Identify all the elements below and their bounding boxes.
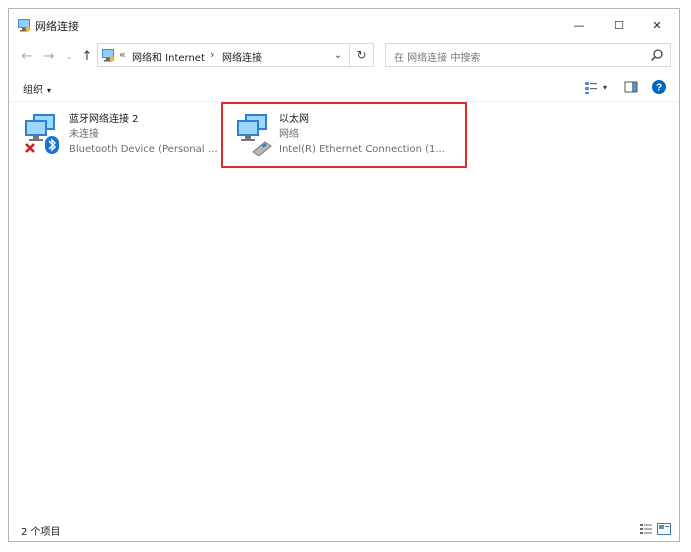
large-icons-view-icon[interactable] — [657, 523, 671, 535]
item-text: 以太网 网络 Intel(R) Ethernet Connection (1..… — [279, 112, 463, 157]
help-button[interactable]: ? — [651, 79, 667, 95]
maximize-button[interactable]: ☐ — [599, 13, 639, 37]
chevron-down-icon: ▾ — [47, 86, 52, 95]
recent-locations-button[interactable]: ⌄ — [61, 48, 77, 64]
connection-name: 以太网 — [279, 114, 309, 125]
address-bar[interactable]: « 网络和 Internet › 网络连接 ⌄ — [97, 43, 350, 67]
connection-name: 蓝牙网络连接 2 — [69, 114, 139, 125]
forward-arrow-icon: → — [43, 48, 55, 64]
minimize-icon: — — [573, 18, 585, 32]
status-bar: 2 个项目 — [9, 519, 679, 541]
chevron-down-icon: ⌄ — [333, 49, 343, 61]
list-item-ethernet[interactable]: 以太网 网络 Intel(R) Ethernet Connection (1..… — [221, 102, 467, 168]
breadcrumb-network-internet[interactable]: 网络和 Internet — [132, 49, 205, 64]
details-view-icon[interactable] — [639, 523, 653, 535]
ethernet-network-icon — [237, 114, 272, 156]
title-bar: 网络连接 — ☐ ✕ — [9, 9, 679, 39]
explorer-window: 网络连接 — ☐ ✕ ← → ⌄ ↑ « 网络和 Internet › 网络连接… — [8, 8, 680, 542]
network-connections-icon — [102, 49, 115, 62]
up-button[interactable]: ↑ — [79, 48, 95, 64]
chevron-down-icon: ⌄ — [65, 51, 73, 61]
connection-device: Intel(R) Ethernet Connection (1... — [279, 144, 445, 155]
connections-list: 蓝牙网络连接 2 未连接 Bluetooth Device (Personal … — [9, 102, 679, 519]
search-icon[interactable] — [650, 48, 664, 62]
preview-pane-icon[interactable] — [623, 79, 639, 95]
address-dropdown-button[interactable]: ⌄ — [329, 44, 347, 66]
back-button[interactable]: ← — [19, 48, 35, 64]
view-options-button[interactable]: ▾ — [597, 79, 613, 95]
connection-device: Bluetooth Device (Personal Ar... — [69, 144, 221, 155]
search-placeholder: 在 网络连接 中搜索 — [394, 53, 481, 64]
list-item-bluetooth-network[interactable]: 蓝牙网络连接 2 未连接 Bluetooth Device (Personal … — [15, 106, 223, 164]
refresh-icon: ↻ — [356, 48, 367, 62]
command-bar: 组织 ▾ ▾ ? — [9, 73, 679, 102]
connection-status: 未连接 — [69, 129, 99, 140]
window-title: 网络连接 — [35, 20, 79, 33]
forward-button[interactable]: → — [41, 48, 57, 64]
close-icon: ✕ — [652, 18, 662, 32]
item-text: 蓝牙网络连接 2 未连接 Bluetooth Device (Personal … — [69, 112, 221, 157]
item-count: 2 个项目 — [21, 527, 61, 538]
connection-status: 网络 — [279, 129, 299, 140]
back-arrow-icon: ← — [21, 48, 33, 64]
maximize-icon: ☐ — [614, 18, 624, 32]
overflow-chevron-icon[interactable]: « — [119, 48, 126, 61]
breadcrumb-separator-icon[interactable]: › — [210, 48, 214, 61]
breadcrumb-network-connections[interactable]: 网络连接 — [222, 49, 262, 64]
chevron-down-icon: ▾ — [602, 82, 607, 92]
minimize-button[interactable]: — — [559, 13, 599, 37]
organize-button[interactable]: 组织 ▾ — [23, 81, 51, 96]
network-connections-icon — [18, 19, 31, 32]
navigation-bar: ← → ⌄ ↑ « 网络和 Internet › 网络连接 ⌄ ↻ 在 网络连接… — [9, 41, 679, 71]
refresh-button[interactable]: ↻ — [350, 43, 374, 67]
close-button[interactable]: ✕ — [637, 13, 677, 37]
help-icon: ? — [656, 83, 662, 94]
bluetooth-network-disconnected-icon — [25, 114, 59, 154]
up-arrow-icon: ↑ — [81, 48, 93, 64]
search-input[interactable]: 在 网络连接 中搜索 — [385, 43, 671, 67]
organize-label: 组织 — [23, 85, 43, 96]
